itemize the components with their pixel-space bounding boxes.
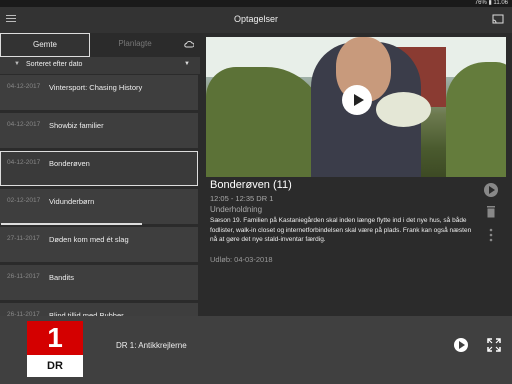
program-genre: Underholdning [210,205,263,214]
status-bar-right: 76% ▮ 11.06 [474,0,508,6]
program-title: Bonderøven (11) [210,179,292,191]
page-title: Optagelser [233,14,279,24]
program-time-channel: 12:05 - 12:35 DR 1 [210,194,274,203]
recording-row[interactable]: 04-12-2017 Vintersport: Chasing History [0,75,198,110]
logo-number: 1 [47,322,63,353]
status-bar: 76% ▮ 11.06 [0,0,512,7]
more-vert-icon[interactable] [484,228,498,242]
detail-panel: Bonderøven (11) 12:05 - 12:35 DR 1 Under… [206,33,512,316]
watch-progress-bar [1,223,143,225]
recording-title: Bandits [49,273,75,282]
recording-title: Døden kom med ét slag [49,235,129,244]
player-play-icon[interactable] [454,338,468,352]
sort-arrow-icon: ▼ [14,61,20,67]
recording-title: Vidunderbørn [49,197,95,206]
recording-date: 04-12-2017 [7,121,41,128]
tab-planned[interactable]: Planlagte [90,33,180,55]
recordings-list: 04-12-2017 Vintersport: Chasing History 04… [0,75,200,316]
logo-text: DR [27,355,83,377]
video-play-button[interactable] [342,85,372,115]
play-icon[interactable] [484,183,498,197]
top-app-bar: Optagelser [0,7,512,33]
recording-date: 26-11-2017 [7,273,40,280]
sort-label: Sorteret efter dato [26,61,83,68]
chevron-down-icon: ▼ [184,61,190,67]
cast-icon[interactable] [492,14,504,24]
now-playing-label: DR 1: Antikkrejlerne [116,341,187,350]
recording-date: 27-11-2017 [7,235,40,242]
recording-title: Bonderøven [49,159,90,168]
recording-row[interactable]: 27-11-2017 Døden kom med ét slag [0,227,198,262]
recording-title: Vintersport: Chasing History [49,83,143,92]
mini-player: 1 DR DR 1: Antikkrejlerne [0,316,512,384]
dr1-logo: 1 DR [27,321,83,377]
recording-row[interactable]: 04-12-2017 Showbiz familier [0,113,198,148]
cloud-icon[interactable] [184,40,194,48]
sort-dropdown[interactable]: ▼ Sorteret efter dato ▼ [0,57,200,74]
video-thumbnail[interactable] [206,37,506,177]
program-description: Sæson 19. Familien på Kastaniegården ska… [210,217,472,243]
recording-row[interactable]: 26-11-2017 Bandits [0,265,198,300]
recording-row[interactable]: 02-12-2017 Vidunderbørn [0,189,198,225]
recordings-tabs: Gemte Planlagte [0,33,200,57]
recordings-panel: Gemte Planlagte ▼ Sorteret efter dato ▼ … [0,33,200,316]
fullscreen-icon[interactable] [487,338,501,352]
recording-date: 02-12-2017 [7,197,41,204]
recording-date: 04-12-2017 [7,83,41,90]
recording-row[interactable]: 04-12-2017 Bonderøven [0,151,198,186]
program-expiry: Udløb: 04-03-2018 [210,255,273,264]
recording-date: 04-12-2017 [7,159,41,166]
recording-row[interactable]: 26-11-2017 Blind tillid med Bubber [0,303,198,316]
tab-saved[interactable]: Gemte [0,33,90,57]
recording-title: Showbiz familier [49,121,104,130]
trash-icon[interactable] [484,205,498,219]
